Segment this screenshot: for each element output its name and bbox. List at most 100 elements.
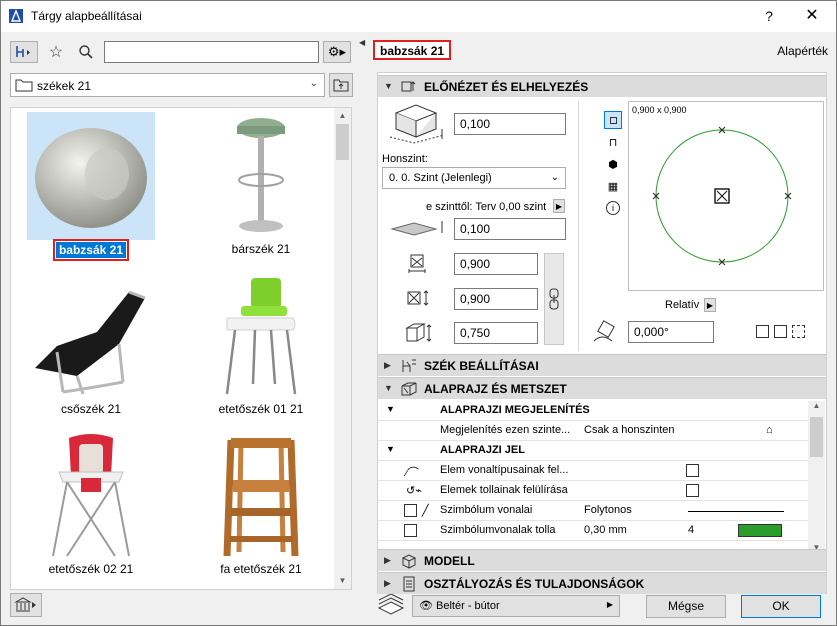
table-subheader[interactable]: ▼ ALAPRAJZI JEL bbox=[378, 441, 808, 461]
table-row[interactable]: ↺⌁ Elemek tollainak felülírása bbox=[378, 481, 808, 501]
object-item-etetoszek-02[interactable]: etetőszék 02 21 bbox=[11, 430, 171, 589]
search-settings-button[interactable]: ⚙▸ bbox=[323, 41, 351, 63]
film-strip-icon: ▦ bbox=[607, 180, 619, 193]
section-classification[interactable]: ▶ OSZTÁLYOZÁS ÉS TULAJDONSÁGOK bbox=[378, 572, 826, 594]
preview-section-button[interactable]: ⊓ bbox=[604, 133, 622, 151]
defaults-label: Alapérték bbox=[777, 44, 828, 58]
folder-name: székek 21 bbox=[37, 79, 92, 93]
section-title: MODELL bbox=[424, 554, 475, 568]
collapse-left-icon[interactable]: ◀ bbox=[359, 38, 365, 47]
scroll-down-icon[interactable]: ▼ bbox=[334, 573, 351, 589]
settings-panel: babzsák 21 Alapérték ▼ ELŐNÉZET ÉS ELHEL… bbox=[367, 32, 836, 625]
pen-override-icon: ↺⌁ bbox=[406, 485, 422, 497]
symbol-pen-checkbox[interactable] bbox=[404, 524, 417, 537]
elevation-input[interactable]: 0,100 bbox=[454, 113, 566, 135]
chair-type-icon bbox=[16, 46, 30, 57]
table-row[interactable]: ⁄⌒ Elem vonaltípusainak fel... bbox=[378, 461, 808, 481]
from-story-menu-button[interactable]: ▶ bbox=[553, 199, 565, 213]
play-arrow-icon: ▶ bbox=[606, 600, 613, 609]
archicad-app-icon bbox=[9, 9, 23, 23]
relative-label: Relatív bbox=[665, 299, 700, 311]
grid-scrollbar[interactable]: ▲ ▼ bbox=[334, 108, 351, 589]
elevation-to-story-icon bbox=[389, 104, 445, 144]
cancel-button[interactable]: Mégse bbox=[646, 595, 726, 618]
mirror-none-checkbox[interactable] bbox=[756, 325, 769, 338]
ok-button[interactable]: OK bbox=[741, 595, 821, 618]
cube-icon: ⬢ bbox=[608, 158, 618, 171]
gear-icon: ⚙▸ bbox=[327, 44, 347, 59]
help-button[interactable]: ? bbox=[759, 6, 779, 26]
from-story-label: e szinttől: Terv 0,00 szint bbox=[426, 201, 547, 213]
plan-section-icon bbox=[401, 382, 417, 396]
section-model[interactable]: ▶ MODELL bbox=[378, 549, 826, 571]
scroll-up-icon[interactable]: ▲ bbox=[808, 401, 825, 415]
layer-dropdown[interactable]: 👁 Beltér - bútor ▶ bbox=[412, 595, 620, 617]
plan-table-scrollbar[interactable]: ▲ ▼ bbox=[808, 401, 825, 557]
mirror-y-checkbox[interactable] bbox=[792, 325, 805, 338]
scroll-thumb[interactable] bbox=[810, 417, 823, 457]
expand-triangle-icon: ▼ bbox=[384, 81, 393, 91]
collapsed-triangle-icon: ▶ bbox=[384, 578, 391, 588]
lock-ratio-button[interactable] bbox=[544, 253, 564, 345]
pen-color-swatch[interactable] bbox=[738, 524, 782, 537]
width-input[interactable]: 0,900 bbox=[454, 253, 538, 275]
object-label: babzsák 21 bbox=[52, 239, 130, 261]
library-manager-button[interactable] bbox=[10, 593, 42, 617]
chair-settings-icon bbox=[402, 359, 416, 372]
symbol-lines-checkbox[interactable] bbox=[404, 504, 417, 517]
rotation-angle-icon bbox=[593, 320, 615, 342]
info-icon: i bbox=[606, 201, 620, 215]
model-cube-icon bbox=[401, 554, 417, 569]
high-chair-red-thumbnail bbox=[52, 434, 130, 557]
relative-menu-button[interactable]: ▶ bbox=[704, 298, 716, 312]
rotation-angle-input[interactable]: 0,000° bbox=[628, 321, 714, 343]
table-row[interactable]: ╱ Szimbólum vonalai Folytonos bbox=[378, 501, 808, 521]
width-icon bbox=[408, 254, 426, 273]
search-icon[interactable] bbox=[75, 41, 97, 63]
object-item-csoszek[interactable]: csőszék 21 bbox=[11, 270, 171, 430]
home-story-dropdown[interactable]: 0. 0. Szint (Jelenlegi) ⌄ bbox=[382, 167, 566, 189]
scroll-up-icon[interactable]: ▲ bbox=[334, 108, 351, 124]
mirror-x-checkbox[interactable] bbox=[774, 325, 787, 338]
section-title: SZÉK BEÁLLÍTÁSAI bbox=[424, 359, 539, 373]
story-offset-input[interactable]: 0,100 bbox=[454, 218, 566, 240]
object-item-babzsak[interactable]: babzsák 21 bbox=[11, 110, 171, 270]
height-input[interactable]: 0,750 bbox=[454, 322, 538, 344]
barstool-thumbnail bbox=[237, 118, 285, 232]
table-subheader[interactable]: ▼ ALAPRAJZI MEGJELENÍTÉS bbox=[378, 401, 808, 421]
play-arrow-icon: ▶ bbox=[555, 201, 563, 211]
table-row[interactable]: Megjelenítés ezen szinte... Csak a honsz… bbox=[378, 421, 808, 441]
section-preview-placement[interactable]: ▼ ELŐNÉZET ÉS ELHELYEZÉS bbox=[378, 75, 826, 97]
eye-icon: 👁 bbox=[419, 600, 433, 612]
object-item-etetoszek-01[interactable]: etetőszék 01 21 bbox=[181, 270, 341, 430]
vertical-divider bbox=[578, 101, 579, 351]
object-item-barszek[interactable]: bárszék 21 bbox=[181, 110, 341, 270]
close-button[interactable]: ✕ bbox=[797, 6, 827, 26]
object-thumbnail-grid: babzsák 21 bárszék 21 csőszék 21 etetősz… bbox=[10, 107, 352, 590]
object-item-fa-etetoszek[interactable]: fa etetőszék 21 bbox=[181, 430, 341, 589]
folder-up-button[interactable] bbox=[329, 73, 353, 97]
favorites-star-icon[interactable]: ☆ bbox=[45, 41, 67, 63]
object-type-button[interactable] bbox=[10, 41, 38, 63]
override-pens-checkbox[interactable] bbox=[686, 484, 699, 497]
preview-3d-button[interactable]: ⬢ bbox=[604, 155, 622, 173]
preview-2d-button[interactable] bbox=[604, 111, 622, 129]
section-title: OSZTÁLYOZÁS ÉS TULAJDONSÁGOK bbox=[424, 577, 645, 591]
layers-icon[interactable] bbox=[377, 594, 405, 616]
square-icon bbox=[609, 116, 617, 124]
preview-film-button[interactable]: ▦ bbox=[604, 177, 622, 195]
folder-dropdown[interactable]: székek 21 ⌄ bbox=[10, 73, 325, 97]
search-input[interactable] bbox=[104, 41, 319, 63]
scroll-thumb[interactable] bbox=[336, 124, 349, 160]
section-plan-section[interactable]: ▼ ALAPRAJZ ÉS METSZET bbox=[378, 377, 826, 399]
info-button[interactable]: i bbox=[604, 199, 622, 217]
object-name-field[interactable]: babzsák 21 bbox=[373, 40, 452, 60]
offset-from-story-icon bbox=[390, 221, 443, 236]
override-linetype-checkbox[interactable] bbox=[686, 464, 699, 477]
depth-input[interactable]: 0,900 bbox=[454, 288, 538, 310]
panel-splitter[interactable]: ◀ bbox=[359, 32, 367, 625]
line-icon: ╱ bbox=[422, 505, 429, 517]
plan-symbol-drawing bbox=[652, 126, 792, 266]
section-chair-settings[interactable]: ▶ SZÉK BEÁLLÍTÁSAI bbox=[378, 354, 826, 376]
table-row[interactable]: Szimbólumvonalak tolla 0,30 mm 4 bbox=[378, 521, 808, 541]
